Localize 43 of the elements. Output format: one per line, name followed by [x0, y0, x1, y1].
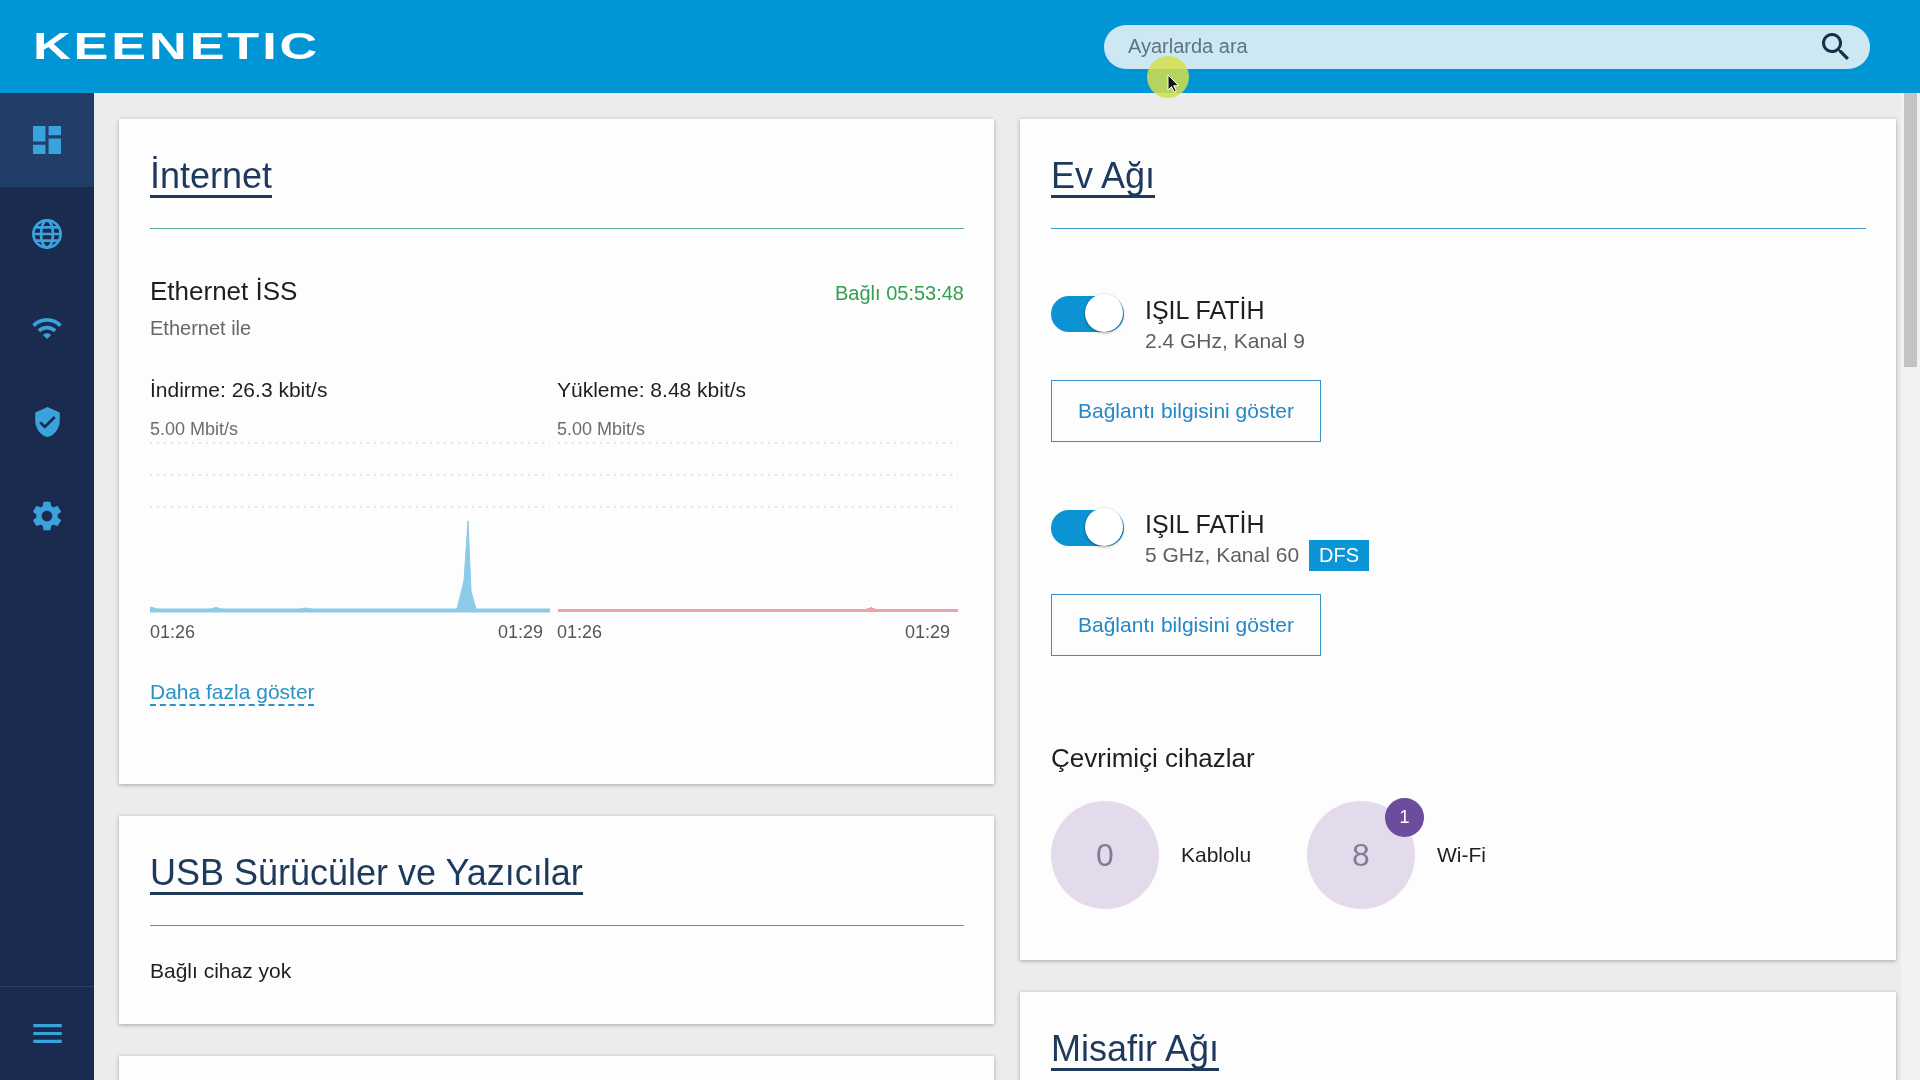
wifi-toggle[interactable]	[1051, 294, 1124, 334]
section-title[interactable]: USB Sürücüler ve Yazıcılar	[150, 854, 583, 895]
scrollbar-thumb[interactable]	[1904, 93, 1917, 367]
shield-check-icon	[34, 407, 60, 437]
sidebar-item[interactable]	[0, 93, 94, 187]
section-title[interactable]: İnternet	[150, 157, 273, 198]
menu-button[interactable]	[32, 1024, 62, 1043]
device-type-label: Wi-Fi	[1437, 842, 1486, 868]
status-message: Bağlı cihaz yok	[150, 958, 292, 984]
connection-info-button[interactable]: Bağlantı bilgisini göster	[1051, 380, 1321, 442]
notification-badge: 1	[1385, 798, 1424, 837]
wifi-icon	[32, 317, 62, 339]
wifi-toggle[interactable]	[1051, 508, 1124, 548]
globe-icon	[32, 219, 62, 249]
network-name: IŞIL FATİH	[1145, 509, 1265, 539]
cursor-icon	[1147, 56, 1189, 98]
section-title[interactable]: Misafir Ağı	[1051, 1030, 1220, 1071]
logo: KEENETIC	[33, 28, 321, 65]
speed-label: Yükleme: 8.48 kbit/s	[557, 377, 747, 403]
speed-label: İndirme: 26.3 kbit/s	[150, 377, 328, 403]
speed-scale: 5.00 Mbit/s	[557, 418, 646, 441]
menu-icon	[32, 1024, 62, 1043]
device-count: 0	[1051, 801, 1159, 909]
connection-info-button[interactable]: Bağlantı bilgisini göster	[1051, 594, 1321, 656]
connection-name: Ethernet İSS	[150, 275, 298, 307]
settings-icon	[33, 501, 61, 531]
band-info: 5 GHz, Kanal 60	[1145, 542, 1300, 568]
search-icon[interactable]	[1822, 32, 1849, 60]
time-label: 01:26	[557, 621, 603, 644]
time-label: 01:29	[497, 621, 543, 644]
channel-badge: DFS	[1309, 539, 1370, 571]
band-info: 2.4 GHz, Kanal 9	[1145, 328, 1305, 354]
network-name: IŞIL FATİH	[1145, 295, 1265, 325]
connection-status: Bağlı 05:53:48	[835, 281, 964, 306]
dashboard-icon	[33, 126, 61, 154]
time-label: 01:26	[150, 621, 196, 644]
devices-heading: Çevrimiçi cihazlar	[1051, 742, 1255, 774]
time-label: 01:29	[904, 621, 950, 644]
connection-type: Ethernet ile	[150, 316, 252, 341]
speed-scale: 5.00 Mbit/s	[150, 418, 239, 441]
device-type-label: Kablolu	[1181, 842, 1252, 868]
section-title[interactable]: Ev Ağı	[1051, 157, 1156, 198]
search-field[interactable]: Ayarlarda ara	[1104, 24, 1870, 69]
